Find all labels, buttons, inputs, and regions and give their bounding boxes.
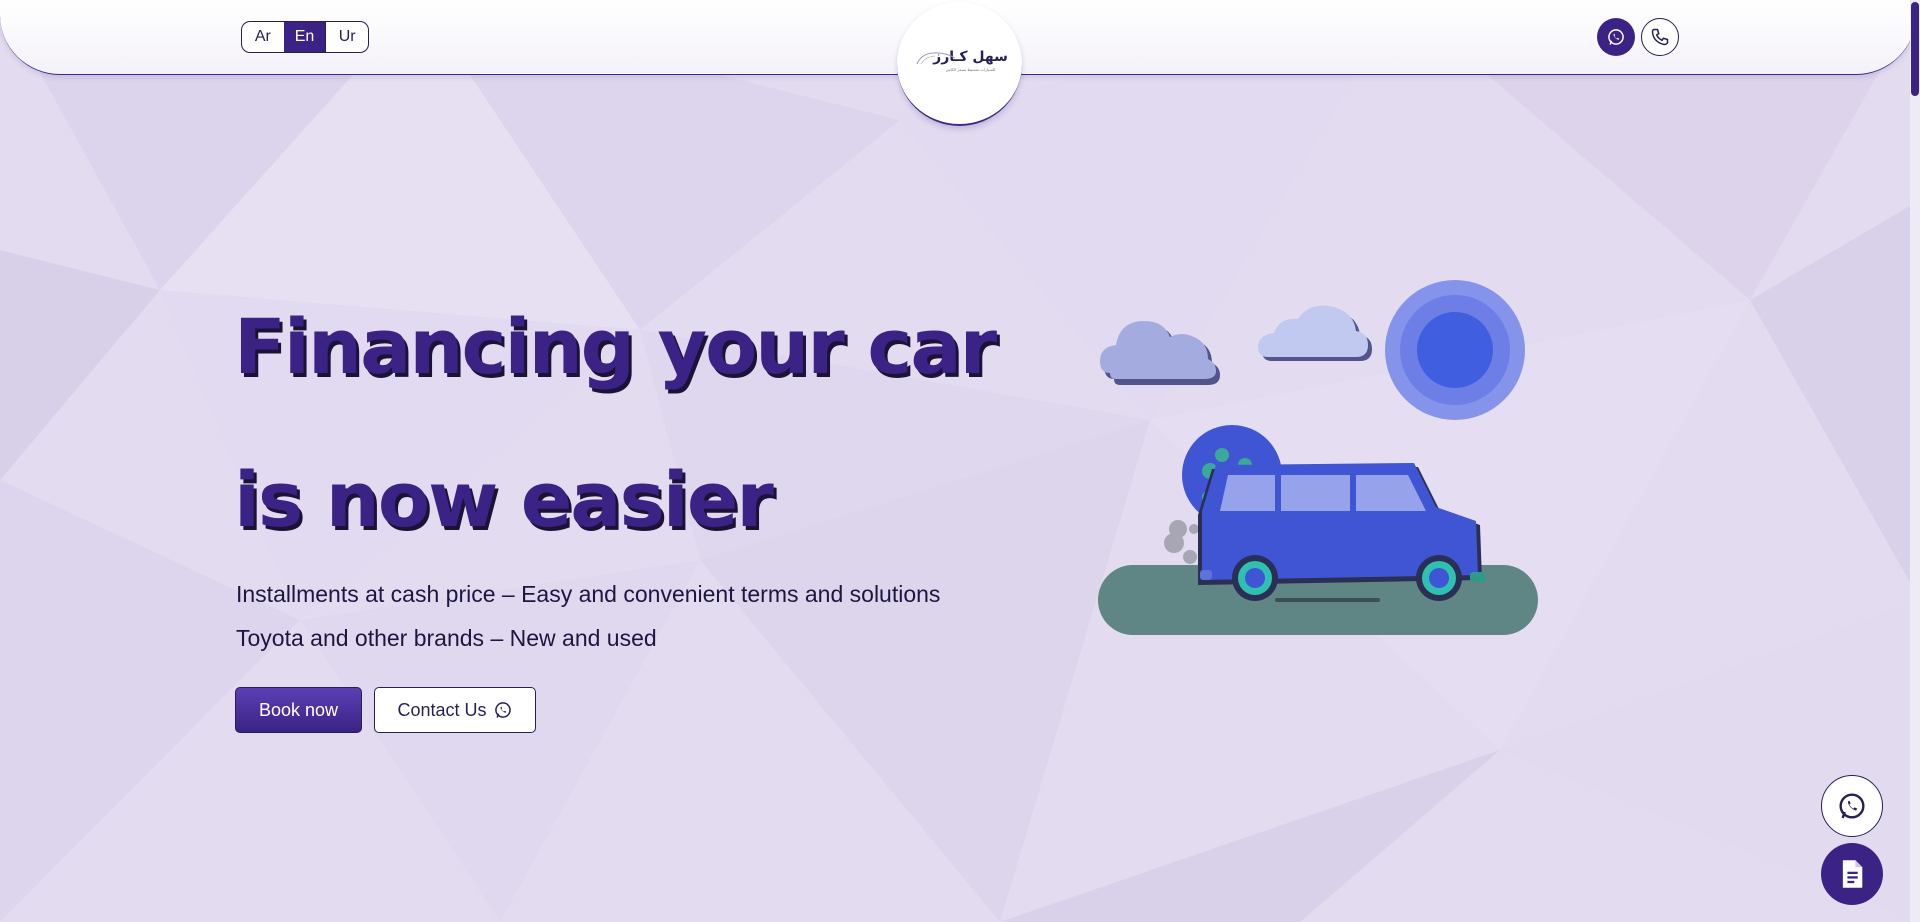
floating-whatsapp-button[interactable]: [1821, 775, 1883, 837]
whatsapp-icon: [1608, 29, 1624, 45]
hero-subtitle-line2: Toyota and other brands – New and used: [236, 625, 657, 651]
car-wheel-rear: [1416, 555, 1462, 601]
contact-us-button[interactable]: Contact Us: [374, 687, 536, 733]
hero-title-line2: is now easier: [234, 455, 774, 544]
lang-ur-button[interactable]: Ur: [325, 22, 368, 52]
cloud-left: [1100, 321, 1220, 385]
contact-us-label: Contact Us: [397, 699, 487, 720]
whatsapp-icon: [1839, 793, 1865, 819]
phone-icon: [1651, 28, 1669, 46]
road-line: [1275, 598, 1380, 602]
scrollbar-track[interactable]: [1910, 0, 1920, 922]
book-now-button[interactable]: Book now: [235, 687, 362, 733]
car-wheel-front: [1232, 555, 1278, 601]
floating-document-button[interactable]: [1821, 843, 1883, 905]
exhaust-smoke: [1164, 520, 1199, 564]
cloud-right: [1258, 305, 1372, 361]
hero-title-line1: Financing your car: [234, 302, 997, 391]
lang-en-button[interactable]: En: [283, 22, 326, 52]
language-switcher: Ar En Ur: [241, 21, 369, 53]
logo-car-icon: [916, 52, 956, 65]
document-icon: [1842, 860, 1863, 888]
sun-core: [1417, 312, 1493, 388]
whatsapp-icon: [494, 702, 511, 718]
header-phone-button[interactable]: [1641, 18, 1679, 56]
car-illustration: [1098, 280, 1538, 635]
hero-subtitle-line1: Installments at cash price – Easy and co…: [236, 581, 941, 607]
lang-ar-button[interactable]: Ar: [242, 22, 284, 52]
header-whatsapp-button[interactable]: [1597, 18, 1635, 56]
scrollbar-thumb[interactable]: [1911, 2, 1919, 96]
site-logo[interactable]: سهل كـارز للسيارات تقسيط بسعر الكاش: [897, 2, 1022, 126]
